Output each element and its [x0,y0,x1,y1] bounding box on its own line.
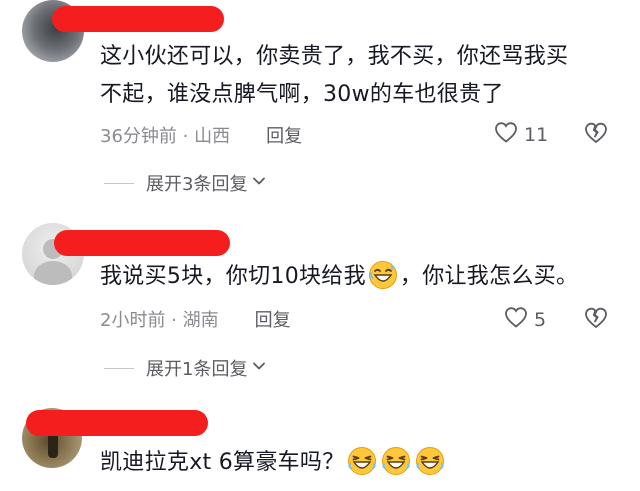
laughing-emoji [413,447,447,475]
username-redacted[interactable] [54,230,230,256]
dislike-button[interactable] [584,306,608,334]
laughing-emoji [379,447,413,475]
expand-label: 展开1条回复 [146,359,248,380]
divider-line [104,182,134,184]
comment-location: 山西 [194,126,231,147]
expand-replies-button[interactable]: 展开1条回复 [104,355,267,381]
laughing-emoji [345,447,379,475]
comment-text-line-2: 不起，谁没点脾气啊，30w的车也很贵了 [100,82,504,107]
comment-location: 湖南 [182,310,219,331]
meta-separator: · [176,126,195,147]
heart-outline-icon [494,121,518,148]
laughing-sweat-emoji [366,261,400,289]
chevron-down-icon [247,358,267,379]
username-redacted[interactable] [52,6,224,32]
meta-separator: · [165,310,183,331]
comment-meta: 36分钟前 · 山西 回复 [100,122,302,148]
divider-line [104,367,134,369]
comment-time: 2小时前 [100,310,166,331]
reply-button[interactable]: 回复 [255,310,291,331]
dislike-button[interactable] [584,121,608,149]
like-count: 5 [534,308,547,331]
default-avatar-body [34,261,72,285]
expand-label: 展开3条回复 [146,174,248,195]
comment-text-line-1: 这小伙还可以，你卖贵了，我不买，你还骂我买 [100,44,569,69]
comment-text: 我说买5块，你切10块给我 ，你让我怎么买。 [100,258,578,296]
chevron-down-icon [247,173,267,194]
comment-meta: 2小时前 · 湖南 回复 [100,306,291,332]
like-button[interactable]: 5 [504,306,546,333]
comment-text: 凯迪拉克xt 6算豪车吗？ [100,444,447,482]
broken-heart-icon [584,122,608,149]
like-count: 11 [524,123,549,146]
heart-outline-icon [504,306,528,333]
broken-heart-icon [584,307,608,334]
comment-text-part-1: 我说买5块，你切10块给我 [100,264,366,289]
like-button[interactable]: 11 [494,121,548,148]
expand-replies-button[interactable]: 展开3条回复 [104,170,267,196]
reply-button[interactable]: 回复 [266,126,302,147]
comment-text-body: 凯迪拉克xt 6算豪车吗？ [100,450,345,475]
comment-text-part-2: ，你让我怎么买。 [399,264,579,289]
username-redacted[interactable] [26,410,208,436]
comment-time: 36分钟前 [100,126,177,147]
